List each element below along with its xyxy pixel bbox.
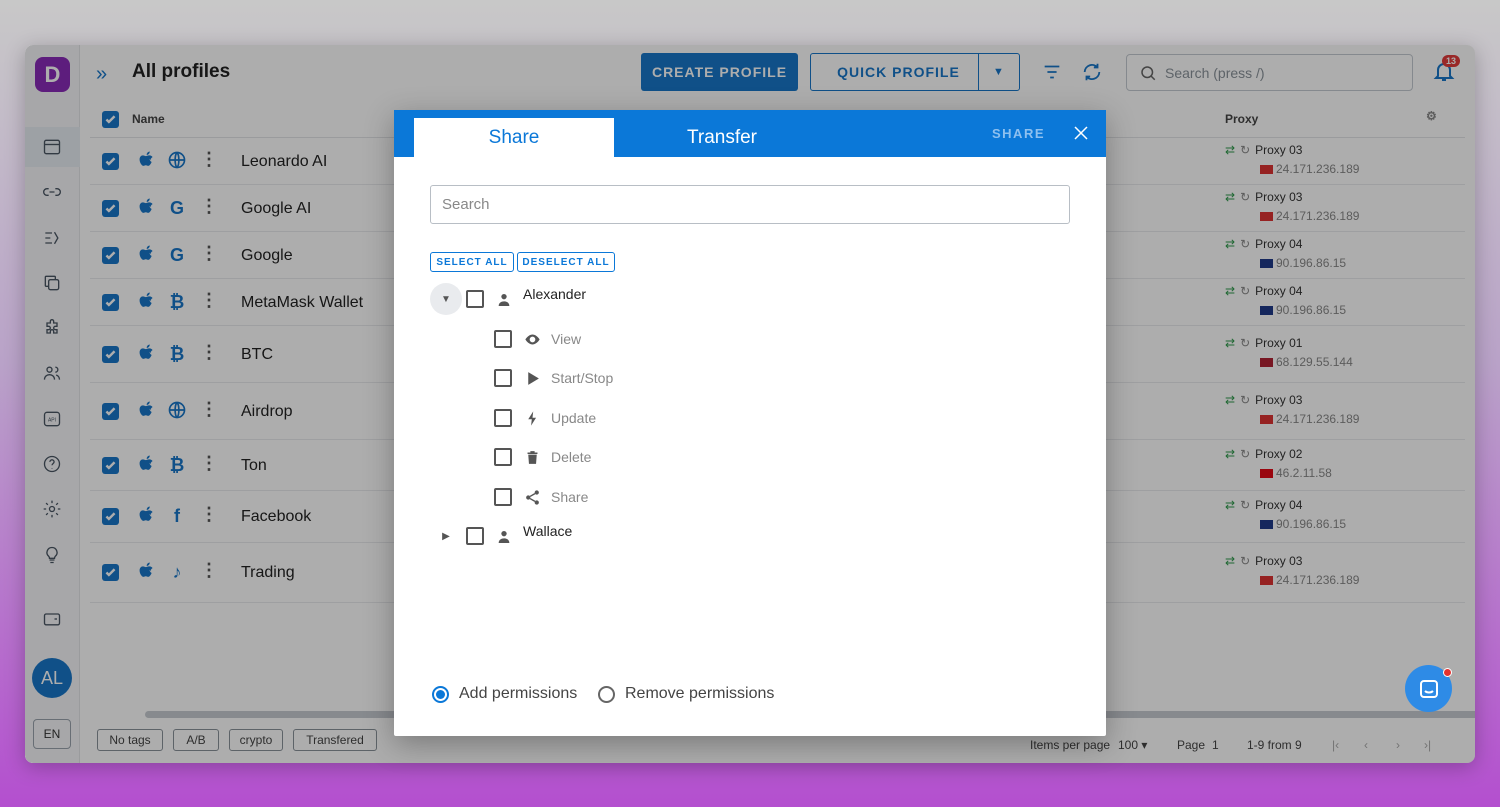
remove-permissions-radio[interactable]: Remove permissions [598,685,774,703]
play-icon [523,369,541,387]
permission-checkbox[interactable] [494,409,512,427]
lightning-icon [523,409,541,427]
permission-update[interactable]: Update [494,403,596,433]
permission-label: View [551,331,582,347]
permission-checkbox[interactable] [494,448,512,466]
collapse-toggle-icon[interactable]: ▼ [430,283,462,315]
tree-user-alexander: ▼ Alexander [430,283,587,315]
tab-transfer[interactable]: Transfer [622,118,822,157]
user-checkbox[interactable] [466,527,484,545]
add-permissions-radio[interactable]: Add permissions [432,685,577,703]
select-all-button[interactable]: SELECT ALL [430,252,514,272]
permission-checkbox[interactable] [494,369,512,387]
close-icon[interactable] [1072,124,1092,144]
user-checkbox[interactable] [466,290,484,308]
dialog-header: Share Transfer SHARE [394,110,1106,157]
eye-icon [523,330,541,348]
user-search-input[interactable] [430,185,1070,224]
share-dialog: Share Transfer SHARE SELECT ALL DESELECT… [394,110,1106,736]
radio-unselected-icon [598,685,615,703]
permission-delete[interactable]: Delete [494,442,591,472]
user-icon [496,292,512,313]
permission-label: Update [551,410,597,426]
chat-icon [1419,679,1438,698]
permission-share[interactable]: Share [494,482,588,512]
chat-notification-dot [1443,668,1452,677]
share-icon [523,488,541,506]
trash-icon [523,448,541,466]
expand-toggle-icon[interactable]: ▶ [430,520,462,552]
tab-share[interactable]: Share [414,118,614,157]
permission-checkbox[interactable] [494,330,512,348]
permission-label: Start/Stop [551,370,614,386]
permission-view[interactable]: View [494,324,581,354]
permission-start-stop[interactable]: Start/Stop [494,363,613,393]
tree-user-wallace: ▶ Wallace [430,521,572,551]
user-icon [496,529,512,550]
user-name: Alexander [523,286,587,302]
share-button[interactable]: SHARE [992,126,1045,141]
deselect-all-button[interactable]: DESELECT ALL [517,252,615,272]
radio-selected-icon [432,685,449,703]
permission-checkbox[interactable] [494,488,512,506]
user-name: Wallace [523,523,573,539]
permission-label: Share [551,489,589,505]
permission-label: Delete [551,449,592,465]
